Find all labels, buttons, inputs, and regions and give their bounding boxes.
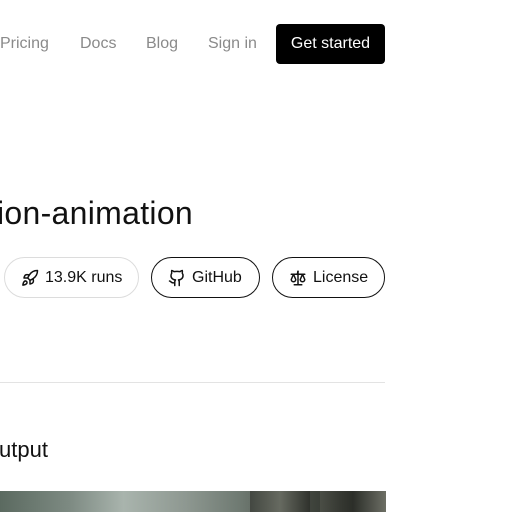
rocket-icon xyxy=(21,269,39,287)
run-count-label: 13.9K runs xyxy=(45,268,123,286)
github-label: GitHub xyxy=(192,268,242,286)
scale-icon xyxy=(289,269,307,287)
output-image-detail xyxy=(250,491,310,512)
github-link[interactable]: GitHub xyxy=(151,257,260,298)
nav-link-pricing[interactable]: Pricing xyxy=(0,24,49,64)
section-divider xyxy=(0,382,385,383)
license-link[interactable]: License xyxy=(272,257,385,298)
license-label: License xyxy=(313,268,369,286)
get-started-button[interactable]: Get started xyxy=(276,24,385,64)
nav-link-docs[interactable]: Docs xyxy=(80,24,116,64)
model-title: ion-animation xyxy=(0,195,194,231)
page: Pricing Docs Blog Sign in Get started io… xyxy=(0,0,512,512)
output-section-title: utput xyxy=(0,437,48,462)
nav-link-sign-in[interactable]: Sign in xyxy=(208,24,257,64)
output-image-detail xyxy=(320,491,386,512)
run-count-badge: 13.9K runs xyxy=(4,257,139,298)
output-image xyxy=(0,491,386,512)
github-icon xyxy=(168,269,186,287)
nav-link-blog[interactable]: Blog xyxy=(146,24,178,64)
